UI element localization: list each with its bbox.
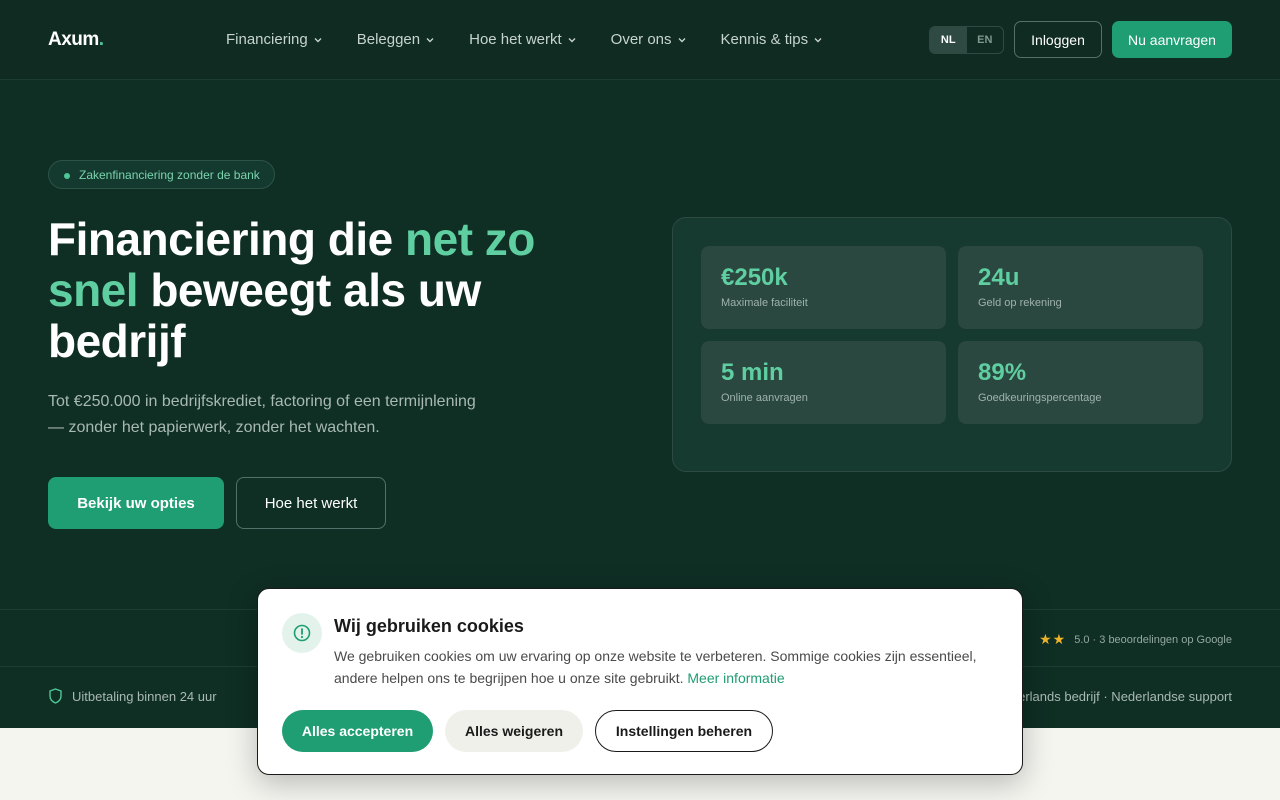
rating-text: 5.0 · 3 beoordelingen op Google bbox=[1074, 633, 1232, 646]
more-info-link[interactable]: Meer informatie bbox=[687, 670, 784, 686]
chevron-down-icon bbox=[314, 37, 322, 42]
stat-value: €250k bbox=[721, 264, 788, 291]
stat-payout-time: 24u Geld op rekening bbox=[958, 246, 1203, 329]
star-icon: ★★ bbox=[1039, 631, 1067, 647]
menu-item-label: Kennis & tips bbox=[720, 31, 809, 48]
stat-value: 24u bbox=[978, 264, 1020, 291]
stats-card: €250k Maximale faciliteit 24u Geld op re… bbox=[672, 217, 1232, 472]
stat-max-facility: €250k Maximale faciliteit bbox=[701, 246, 946, 329]
stat-label: Maximale faciliteit bbox=[721, 297, 808, 309]
menu-item-label: Hoe het werkt bbox=[469, 31, 562, 48]
chevron-down-icon bbox=[426, 37, 434, 42]
trust-payout-text: Uitbetaling binnen 24 uur bbox=[72, 688, 217, 704]
menu-item-label: Over ons bbox=[610, 31, 672, 48]
stat-label: Online aanvragen bbox=[721, 392, 808, 404]
main-menu: Financiering Beleggen Hoe het werkt Over… bbox=[226, 31, 857, 48]
hero-title: Financiering die net zo snel beweegt als… bbox=[48, 214, 568, 367]
cookie-description: We gebruiken cookies om uw ervaring op o… bbox=[334, 645, 994, 689]
cookie-consent-dialog: Wij gebruiken cookies We gebruiken cooki… bbox=[257, 588, 1023, 775]
stat-label: Geld op rekening bbox=[978, 297, 1062, 309]
manage-settings-button[interactable]: Instellingen beheren bbox=[595, 710, 773, 752]
stat-apply-time: 5 min Online aanvragen bbox=[701, 341, 946, 424]
stat-value: 5 min bbox=[721, 359, 784, 386]
hero-subtitle: Tot €250.000 in bedrijfskrediet, factori… bbox=[48, 393, 476, 436]
apply-now-button[interactable]: Nu aanvragen bbox=[1112, 21, 1232, 58]
logo[interactable]: Axum. bbox=[48, 29, 104, 51]
cookie-text: We gebruiken cookies om uw ervaring op o… bbox=[334, 648, 977, 686]
chevron-down-icon bbox=[814, 37, 822, 42]
menu-item-financiering[interactable]: Financiering bbox=[226, 31, 323, 48]
info-alert-icon bbox=[282, 613, 322, 653]
hero-title-part1: Financiering die bbox=[48, 213, 406, 265]
language-switcher: NL EN bbox=[929, 26, 1004, 54]
trust-dutch-company: erlands bedrijf · Nederlandse support bbox=[1018, 689, 1232, 704]
stat-approval-rate: 89% Goedkeuringspercentage bbox=[958, 341, 1203, 424]
top-navigation: Axum. Financiering Beleggen Hoe het werk… bbox=[0, 0, 1280, 80]
shield-icon bbox=[49, 688, 62, 704]
menu-item-label: Beleggen bbox=[356, 31, 421, 48]
google-rating: ★★ 5.0 · 3 beoordelingen op Google bbox=[1039, 631, 1232, 648]
hero-badge: Zakenfinanciering zonder de bank bbox=[48, 160, 275, 189]
lang-en[interactable]: EN bbox=[967, 27, 1004, 53]
view-options-button[interactable]: Bekijk uw opties bbox=[48, 477, 224, 529]
logo-text: Axum bbox=[48, 29, 99, 50]
menu-item-hoe-het-werkt[interactable]: Hoe het werkt bbox=[469, 31, 577, 48]
cookie-title: Wij gebruiken cookies bbox=[334, 616, 524, 636]
stat-label: Goedkeuringspercentage bbox=[978, 392, 1102, 404]
accept-all-button[interactable]: Alles accepteren bbox=[282, 710, 433, 752]
menu-item-over-ons[interactable]: Over ons bbox=[611, 31, 687, 48]
logo-dot: . bbox=[98, 29, 104, 50]
menu-item-label: Financiering bbox=[226, 31, 308, 48]
login-button[interactable]: Inloggen bbox=[1014, 21, 1102, 58]
how-it-works-button[interactable]: Hoe het werkt bbox=[236, 477, 386, 529]
lang-nl[interactable]: NL bbox=[930, 27, 967, 53]
reject-all-button[interactable]: Alles weigeren bbox=[445, 710, 583, 752]
chevron-down-icon bbox=[568, 37, 576, 42]
trust-payout: Uitbetaling binnen 24 uur bbox=[48, 688, 217, 704]
menu-item-kennis-tips[interactable]: Kennis & tips bbox=[721, 31, 824, 48]
menu-item-beleggen[interactable]: Beleggen bbox=[357, 31, 435, 48]
stat-value: 89% bbox=[978, 359, 1027, 386]
chevron-down-icon bbox=[678, 37, 686, 42]
